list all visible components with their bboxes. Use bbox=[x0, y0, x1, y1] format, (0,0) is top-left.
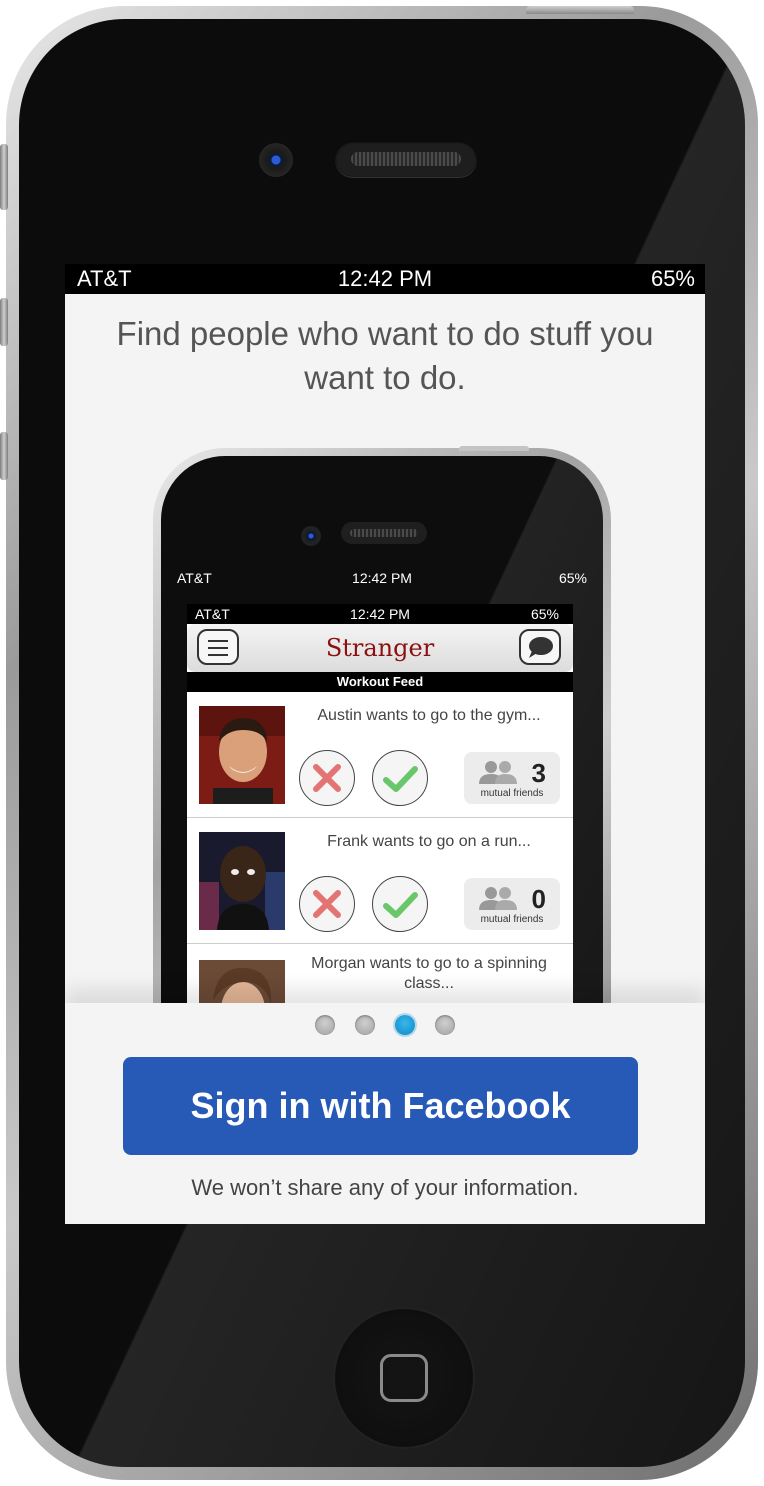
x-icon bbox=[313, 890, 341, 918]
feed-item-text: Morgan wants to go to a spinning class..… bbox=[311, 955, 547, 992]
page-indicator bbox=[315, 1015, 455, 1035]
page-dot[interactable] bbox=[315, 1015, 335, 1035]
accept-button bbox=[372, 876, 428, 932]
people-icon bbox=[479, 887, 517, 910]
app-title: Stranger bbox=[325, 634, 435, 662]
home-square-icon bbox=[380, 1354, 428, 1402]
clock: 12:42 PM bbox=[337, 266, 433, 291]
mute-switch bbox=[0, 144, 8, 210]
mutual-label: mutual friends bbox=[480, 914, 544, 925]
x-icon bbox=[313, 764, 341, 792]
mutual-friends-badge: 0 mutual friends bbox=[464, 878, 560, 930]
avatar bbox=[199, 706, 285, 804]
privacy-note: We won’t share any of your information. bbox=[191, 1175, 579, 1200]
front-camera-icon bbox=[259, 143, 293, 177]
status-bar: AT&T 12:42 PM 65% bbox=[65, 264, 705, 294]
volume-up-button bbox=[0, 298, 8, 346]
sign-in-facebook-button[interactable]: Sign in with Facebook bbox=[123, 1057, 638, 1155]
reject-button bbox=[299, 876, 355, 932]
reject-button bbox=[299, 750, 355, 806]
accept-button bbox=[372, 750, 428, 806]
volume-down-button bbox=[0, 432, 8, 480]
device-screen: AT&T 12:42 PM 65% Find people who want t… bbox=[65, 264, 705, 1224]
chat-bubble-icon bbox=[519, 629, 561, 665]
check-icon bbox=[383, 892, 418, 918]
preview-app-status: AT&T 12:42 PM 65% bbox=[187, 604, 573, 624]
people-icon bbox=[479, 761, 517, 784]
mutual-label: mutual friends bbox=[480, 788, 544, 799]
onboarding-headline: Find people who want to do stuff you wan… bbox=[116, 315, 654, 396]
sign-in-panel: Sign in with Facebook We won’t share any… bbox=[65, 1003, 705, 1224]
earpiece-speaker bbox=[335, 141, 477, 177]
feed-item-text: Austin wants to go to the gym... bbox=[317, 707, 541, 724]
feed-item: Austin wants to go to the gym... 3 mutua… bbox=[187, 692, 573, 818]
mutual-count: 3 bbox=[531, 758, 546, 788]
preview-navbar: Stranger bbox=[187, 624, 573, 672]
battery-level: 65% bbox=[650, 266, 695, 291]
mutual-count: 0 bbox=[531, 884, 546, 914]
check-icon bbox=[383, 766, 418, 792]
mutual-friends-badge: 3 mutual friends bbox=[464, 752, 560, 804]
feed-item-text: Frank wants to go on a run... bbox=[327, 833, 531, 850]
feed-label: Workout Feed bbox=[187, 672, 573, 692]
page-dot[interactable] bbox=[435, 1015, 455, 1035]
preview-camera-icon bbox=[301, 526, 321, 546]
page-dot[interactable] bbox=[355, 1015, 375, 1035]
preview-speaker bbox=[341, 522, 427, 544]
page-dot-active[interactable] bbox=[395, 1015, 415, 1035]
feed-item: Frank wants to go on a run... 0 mutual f… bbox=[187, 818, 573, 944]
avatar bbox=[199, 832, 285, 930]
home-button[interactable] bbox=[335, 1309, 473, 1447]
power-button bbox=[526, 6, 634, 14]
